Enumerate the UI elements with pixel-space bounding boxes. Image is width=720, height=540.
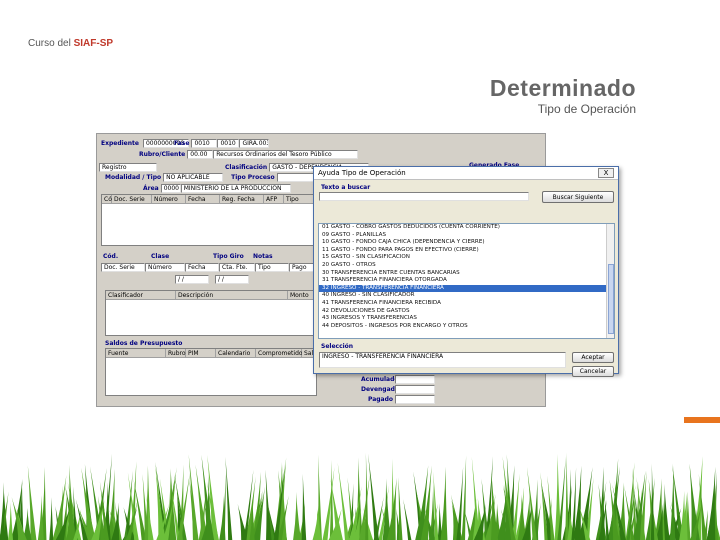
tipo-operacion-dialog: Ayuda Tipo de Operación X Texto a buscar…: [313, 166, 619, 377]
mid-field-fecha[interactable]: Fecha: [185, 262, 219, 272]
fase-label: Fase: [174, 139, 190, 147]
list-item[interactable]: 40 INGRESO - SIN CLASIFICADOR: [319, 292, 614, 300]
list-item[interactable]: 44 DEPOSITOS - INGRESOS POR ENCARGO Y OT…: [319, 323, 614, 331]
saldos-col-comprometido: Comprometido: [256, 349, 303, 358]
dialog-title: Ayuda Tipo de Operación: [318, 169, 406, 177]
fase-code-field[interactable]: 0010: [217, 138, 240, 148]
modalidad-label: Modalidad / Tipo: [105, 173, 162, 181]
mid-field-numero[interactable]: Número: [145, 262, 185, 272]
list-item[interactable]: 41 TRANSFERENCIA FINANCIERA RECIBIDA: [319, 300, 614, 308]
grass-blade: [0, 482, 5, 540]
mid-date-2[interactable]: / /: [215, 274, 249, 284]
saldos-title: Saldos de Presupuesto: [105, 340, 183, 347]
list-scrollbar[interactable]: [606, 224, 614, 338]
list-item[interactable]: 11 GASTO - FONDO PARA PAGOS EN EFECTIVO …: [319, 247, 614, 255]
grass-blade: [403, 499, 412, 540]
list-item[interactable]: 30 TRANSFERENCIA ENTRE CUENTAS BANCARIAS: [319, 270, 614, 278]
close-icon[interactable]: X: [598, 168, 614, 178]
slide-title: Determinado: [489, 75, 636, 101]
mid-col-cod: Cód.: [103, 252, 119, 260]
area-field: MINISTERIO DE LA PRODUCCIÓN: [180, 183, 291, 193]
selection-field[interactable]: INGRESO - TRANSFERENCIA FINANCIERA: [319, 352, 566, 368]
bottom-field-devengado: [395, 384, 435, 394]
saldos-table[interactable]: Fuente Rubro PIM Calendario Comprometido…: [105, 348, 321, 396]
doc-col-cod: Cód.: [102, 195, 118, 204]
bottom-field-pagado: [395, 394, 435, 404]
search-label: Texto a buscar: [321, 184, 371, 191]
doc-col-fecha: Fecha: [186, 195, 220, 204]
bottom-label-acumulado: Acumulado: [361, 375, 399, 383]
selection-label: Selección: [321, 343, 354, 350]
area-label: Área: [143, 184, 159, 192]
clasificacion-label: Clasificación: [225, 163, 268, 171]
doc-col-afp: AFP: [264, 195, 284, 204]
doc-col-reg-fecha: Reg. Fecha: [220, 195, 264, 204]
saldos-col-rubro: Rubro: [166, 349, 186, 358]
list-item[interactable]: 42 DEVOLUCIONES DE GASTOS: [319, 308, 614, 316]
mid-col-notas: Notas: [253, 252, 273, 260]
saldos-col-calendario: Calendario: [216, 349, 256, 358]
mid-col-clase: Clase: [151, 252, 170, 260]
rubro-code-field[interactable]: 00.00: [187, 149, 214, 159]
scrollbar-thumb[interactable]: [608, 264, 614, 334]
saldos-col-pim: PIM: [186, 349, 216, 358]
mid-field-cta[interactable]: Cta. Fte.: [219, 262, 255, 272]
grass-blade: [49, 497, 54, 540]
grass-decoration: [0, 452, 720, 540]
list-item[interactable]: 31 TRANSFERENCIA FINANCIERA OTORGADA: [319, 277, 614, 285]
modalidad-field[interactable]: NO APLICABLE: [163, 172, 224, 182]
slide-subtitle: Tipo de Operación: [537, 102, 636, 116]
clasif-col-descripcion: Descripción: [176, 291, 288, 300]
grass-blade: [225, 456, 233, 540]
clasificador-table[interactable]: Clasificador Descripción Monto: [105, 290, 318, 336]
course-name: SIAF-SP: [73, 38, 114, 49]
search-input[interactable]: [319, 192, 529, 201]
grass-blade: [293, 491, 301, 540]
tipo-proceso-label: Tipo Proceso: [231, 173, 275, 181]
mid-date-1[interactable]: / /: [175, 274, 209, 284]
grass-blade: [8, 502, 13, 540]
mid-col-tipo-giro: Tipo Giro: [213, 252, 244, 260]
rubro-desc-field: Recursos Ordinarios del Tesoro Público: [213, 149, 359, 159]
grass-blade: [301, 473, 307, 540]
bottom-label-pagado: Pagado: [367, 395, 393, 403]
registro-field[interactable]: Registro: [99, 162, 157, 172]
accept-button[interactable]: Aceptar: [572, 352, 614, 363]
list-item[interactable]: 43 INGRESOS Y TRANSFERENCIAS: [319, 315, 614, 323]
list-item[interactable]: 10 GASTO - FONDO CAJA CHICA (DEPENDENCIA…: [319, 239, 614, 247]
grass-blade: [461, 455, 467, 540]
area-code-field[interactable]: 0000: [160, 183, 181, 193]
cancel-button[interactable]: Cancelar: [572, 366, 614, 377]
mid-field-tipo[interactable]: Tipo: [255, 262, 289, 272]
doc-col-numero: Número: [152, 195, 186, 204]
fase-field[interactable]: 0010: [191, 138, 218, 148]
grass-blade: [188, 454, 199, 540]
fase-name-field[interactable]: GIRA.0030: [239, 138, 270, 148]
doc-col-serie: Doc. Serie: [112, 195, 152, 204]
clasif-col-clasificador: Clasificador: [106, 291, 176, 300]
grass-blade: [706, 466, 716, 540]
list-item[interactable]: 15 GASTO - SIN CLASIFICACION: [319, 254, 614, 262]
bottom-field-acumulado: [395, 374, 435, 384]
find-next-button[interactable]: Buscar Siguiente: [542, 191, 614, 203]
expediente-label: Expediente: [101, 139, 139, 147]
grass-blade: [440, 466, 448, 540]
documents-table[interactable]: Cód. Doc. Serie Número Fecha Reg. Fecha …: [101, 194, 318, 246]
rubro-label: Rubro/Cliente: [139, 150, 186, 158]
grass-blade: [565, 452, 569, 540]
bottom-label-devengado: Devengado: [361, 385, 400, 393]
grass-blade: [669, 465, 676, 540]
list-item[interactable]: 32 INGRESO - TRANSFERENCIA FINANCIERA: [319, 284, 614, 293]
saldos-col-fuente: Fuente: [106, 349, 166, 358]
list-item[interactable]: 01 GASTO - COBRO GASTOS DEDUCIDOS (CUENT…: [319, 224, 614, 232]
course-prefix: Curso del: [28, 38, 71, 49]
operation-type-list[interactable]: 01 GASTO - COBRO GASTOS DEDUCIDOS (CUENT…: [318, 223, 615, 339]
grass-blade: [365, 452, 369, 540]
list-item[interactable]: 20 GASTO - OTROS: [319, 262, 614, 270]
list-item[interactable]: 09 GASTO - PLANILLAS: [319, 232, 614, 240]
course-label: Curso del SIAF-SP: [28, 38, 113, 49]
accent-bar: [684, 417, 720, 423]
dialog-titlebar[interactable]: Ayuda Tipo de Operación X: [314, 167, 618, 180]
mid-field-serie[interactable]: Doc. Serie: [101, 262, 145, 272]
